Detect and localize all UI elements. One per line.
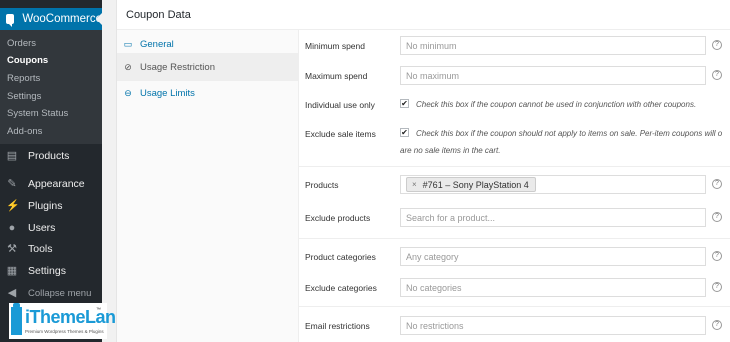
maximum-spend-input[interactable]: No maximum: [400, 66, 706, 85]
exclude-products-label: Exclude products: [305, 213, 371, 223]
sidebar-item-plugins[interactable]: ⚡ Plugins: [0, 196, 102, 216]
exclude-products-input[interactable]: Search for a product...: [400, 208, 706, 227]
help-icon[interactable]: ?: [712, 320, 722, 330]
logo-tagline: Premium Wordpress Themes & Plugins: [25, 329, 104, 334]
email-restrictions-input[interactable]: No restrictions: [400, 316, 706, 335]
logo-brand-text: iThemeLand: [25, 307, 127, 327]
products-icon: ▤: [6, 150, 18, 162]
submenu-item-orders[interactable]: Orders: [7, 38, 36, 49]
help-icon[interactable]: ?: [712, 282, 722, 292]
panel-header: Coupon Data: [117, 0, 730, 30]
exclude-sale-description-cont: are no sale items in the cart.: [400, 146, 501, 155]
exclude-sale-description: Check this box if the coupon should not …: [416, 129, 723, 138]
email-restrictions-label: Email restrictions: [305, 321, 370, 331]
collapse-menu-button[interactable]: ◀ Collapse menu: [0, 283, 102, 303]
products-select[interactable]: × #761 – Sony PlayStation 4: [400, 175, 706, 194]
submenu-item-add-ons[interactable]: Add-ons: [7, 126, 42, 137]
submenu-item-coupons[interactable]: Coupons: [7, 55, 48, 66]
users-icon: ●: [8, 222, 16, 234]
sidebar-item-tools[interactable]: ⚒ Tools: [0, 239, 102, 259]
sidebar-item-label: Settings: [28, 265, 66, 277]
tab-label: Usage Restriction: [140, 61, 215, 73]
minimum-spend-label: Minimum spend: [305, 41, 365, 51]
collapse-menu-label: Collapse menu: [28, 287, 92, 299]
plugins-icon: ⚡: [6, 200, 20, 212]
admin-sidebar: WooCommerce Orders Coupons Reports Setti…: [0, 0, 102, 342]
panel-title: Coupon Data: [126, 8, 191, 21]
limits-icon: ⊖: [124, 88, 132, 98]
woocommerce-submenu: Orders Coupons Reports Settings System S…: [0, 30, 102, 144]
ticket-icon: ▭: [123, 39, 133, 49]
coupon-data-panel: Coupon Data ▭ General ⊘ Usage Restrictio…: [116, 0, 730, 342]
section-divider: [299, 238, 730, 239]
individual-use-description: Check this box if the coupon cannot be u…: [416, 100, 697, 109]
logo-mark: [11, 303, 22, 335]
tools-icon: ⚒: [7, 243, 17, 255]
product-categories-select[interactable]: Any category: [400, 247, 706, 266]
remove-token-icon[interactable]: ×: [412, 180, 417, 189]
section-divider: [299, 306, 730, 307]
sidebar-item-label: Appearance: [28, 178, 85, 190]
exclude-categories-label: Exclude categories: [305, 283, 377, 293]
sidebar-item-label: Plugins: [28, 200, 63, 212]
exclude-categories-select[interactable]: No categories: [400, 278, 706, 297]
submenu-item-reports[interactable]: Reports: [7, 73, 40, 84]
exclude-sale-label: Exclude sale items: [305, 129, 376, 139]
maximum-spend-label: Maximum spend: [305, 71, 368, 81]
exclude-sale-checkbox[interactable]: ✔: [400, 128, 409, 137]
minimum-spend-input[interactable]: No minimum: [400, 36, 706, 55]
appearance-icon: ✎: [7, 178, 17, 190]
help-icon[interactable]: ?: [712, 40, 722, 50]
sidebar-item-label: WooCommerce: [22, 13, 102, 25]
tab-usage-restriction[interactable]: ⊘ Usage Restriction: [117, 53, 299, 81]
ithemeland-logo: iThemeLand ™ Premium Wordpress Themes & …: [9, 303, 127, 339]
settings-icon: ▦: [6, 265, 18, 277]
sidebar-item-users[interactable]: ● Users: [0, 218, 102, 238]
submenu-item-system-status[interactable]: System Status: [7, 108, 68, 119]
selected-product-token[interactable]: × #761 – Sony PlayStation 4: [406, 177, 536, 192]
current-menu-arrow: [96, 13, 102, 25]
sidebar-item-products[interactable]: ▤ Products: [0, 146, 102, 166]
sidebar-item-woocommerce[interactable]: WooCommerce: [0, 8, 102, 30]
sidebar-item-settings[interactable]: ▦ Settings: [0, 261, 102, 281]
logo-trademark: ™: [96, 307, 101, 313]
woocommerce-icon: [6, 14, 15, 27]
products-label: Products: [305, 180, 339, 190]
restriction-icon: ⊘: [124, 62, 132, 72]
sidebar-item-label: Products: [28, 150, 70, 162]
coupon-tabs: ▭ General ⊘ Usage Restriction ⊖ Usage Li…: [117, 30, 299, 342]
sidebar-item-label: Tools: [28, 243, 53, 255]
help-icon[interactable]: ?: [712, 212, 722, 222]
help-icon[interactable]: ?: [712, 179, 722, 189]
tab-usage-limits[interactable]: ⊖ Usage Limits: [117, 79, 299, 107]
token-label: #761 – Sony PlayStation 4: [422, 179, 529, 190]
section-divider: [299, 166, 730, 167]
tab-label: General: [140, 38, 174, 50]
sidebar-item-appearance[interactable]: ✎ Appearance: [0, 174, 102, 194]
product-categories-label: Product categories: [305, 252, 376, 262]
help-icon[interactable]: ?: [712, 70, 722, 80]
submenu-item-settings[interactable]: Settings: [7, 91, 41, 102]
tab-label: Usage Limits: [140, 87, 195, 99]
individual-use-checkbox[interactable]: ✔: [400, 99, 409, 108]
help-icon[interactable]: ?: [712, 251, 722, 261]
individual-use-label: Individual use only: [305, 100, 375, 110]
collapse-icon: ◀: [7, 287, 17, 299]
sidebar-item-label: Users: [28, 222, 56, 234]
